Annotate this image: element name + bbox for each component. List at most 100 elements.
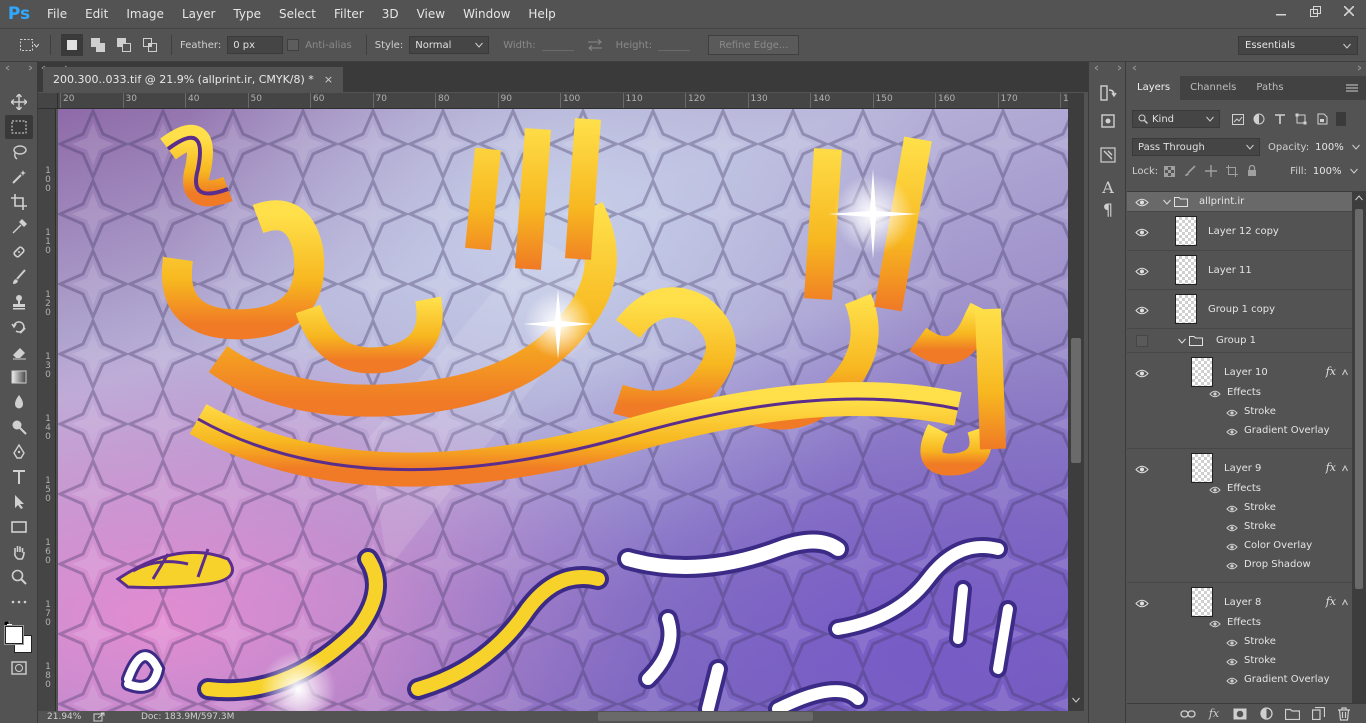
move-tool-icon[interactable] bbox=[5, 90, 33, 114]
character-style-icon[interactable] bbox=[1095, 144, 1121, 166]
color-swatches[interactable] bbox=[0, 615, 38, 655]
pen-tool-icon[interactable] bbox=[5, 440, 33, 464]
chevron-down-icon[interactable] bbox=[1351, 144, 1360, 150]
workspace-select[interactable]: Essentials bbox=[1238, 36, 1358, 55]
tab-layers[interactable]: Layers bbox=[1127, 76, 1181, 100]
width-input[interactable] bbox=[541, 49, 574, 51]
opacity-value[interactable]: 100% bbox=[1315, 142, 1344, 153]
minimize-icon[interactable] bbox=[1264, 0, 1298, 22]
lock-position-icon[interactable] bbox=[1205, 165, 1218, 177]
eye-icon[interactable] bbox=[1134, 196, 1150, 208]
antialias-checkbox[interactable] bbox=[287, 39, 300, 51]
effect-name[interactable]: Stroke bbox=[1244, 502, 1276, 513]
layer-row-layer-9[interactable]: Layer 9 fx Effects Stroke Stroke Color O… bbox=[1127, 449, 1352, 583]
eye-icon[interactable] bbox=[1134, 463, 1150, 475]
eye-icon[interactable] bbox=[1225, 542, 1239, 552]
path-selection-tool-icon[interactable] bbox=[5, 490, 33, 514]
tab-channels[interactable]: Channels bbox=[1180, 76, 1246, 100]
eye-icon[interactable] bbox=[1225, 504, 1239, 514]
menu-3d[interactable]: 3D bbox=[373, 0, 408, 28]
gradient-tool-icon[interactable] bbox=[5, 365, 33, 389]
visibility-toggle-off[interactable] bbox=[1136, 335, 1148, 347]
filter-shape-icon[interactable] bbox=[1295, 113, 1307, 125]
history-brush-tool-icon[interactable] bbox=[5, 315, 33, 339]
link-icon[interactable] bbox=[1180, 706, 1196, 722]
type-tool-icon[interactable] bbox=[5, 465, 33, 489]
menu-type[interactable]: Type bbox=[224, 0, 270, 28]
eye-icon[interactable] bbox=[1225, 427, 1239, 437]
menu-select[interactable]: Select bbox=[270, 0, 325, 28]
share-icon[interactable] bbox=[93, 712, 105, 722]
swap-icon[interactable] bbox=[584, 34, 606, 56]
scroll-down-icon[interactable] bbox=[1072, 697, 1080, 703]
history-panel-icon[interactable] bbox=[1095, 82, 1121, 104]
filter-type-icon[interactable] bbox=[1274, 113, 1286, 125]
eye-icon[interactable] bbox=[1225, 523, 1239, 533]
eye-icon[interactable] bbox=[1134, 597, 1150, 609]
trash-icon[interactable] bbox=[1336, 706, 1352, 722]
close-icon[interactable] bbox=[1332, 0, 1366, 22]
fx-icon[interactable]: fx bbox=[1206, 706, 1222, 722]
eye-icon[interactable] bbox=[1134, 265, 1150, 277]
healing-brush-tool-icon[interactable] bbox=[5, 240, 33, 264]
eye-icon[interactable] bbox=[1134, 367, 1150, 379]
lock-all-icon[interactable] bbox=[1247, 165, 1257, 177]
fx-icon[interactable]: fx bbox=[1326, 595, 1336, 608]
subtract-selection-icon[interactable] bbox=[113, 34, 135, 56]
effect-name[interactable]: Drop Shadow bbox=[1244, 559, 1311, 570]
effect-name[interactable]: Gradient Overlay bbox=[1244, 674, 1330, 685]
ruler-origin[interactable] bbox=[38, 93, 58, 109]
scroll-thumb[interactable] bbox=[1355, 209, 1363, 589]
menu-image[interactable]: Image bbox=[117, 0, 173, 28]
menu-view[interactable]: View bbox=[408, 0, 454, 28]
lasso-tool-icon[interactable] bbox=[5, 140, 33, 164]
intersect-selection-icon[interactable] bbox=[139, 34, 161, 56]
eraser-tool-icon[interactable] bbox=[5, 340, 33, 364]
height-input[interactable] bbox=[658, 49, 691, 51]
document-tab[interactable]: 200.300..033.tif @ 21.9% (allprint.ir, C… bbox=[43, 67, 344, 92]
rectangle-tool-icon[interactable] bbox=[5, 515, 33, 539]
eye-icon[interactable] bbox=[1225, 676, 1239, 686]
eyedropper-tool-icon[interactable] bbox=[5, 215, 33, 239]
zoom-tool-icon[interactable] bbox=[5, 565, 33, 589]
scroll-up-icon[interactable] bbox=[1355, 195, 1363, 201]
document-size[interactable]: Doc: 183.9M/597.3M bbox=[141, 712, 234, 722]
restore-icon[interactable] bbox=[1298, 0, 1332, 22]
menu-filter[interactable]: Filter bbox=[325, 0, 373, 28]
effect-name[interactable]: Stroke bbox=[1244, 636, 1276, 647]
fill-value[interactable]: 100% bbox=[1313, 166, 1342, 177]
panel-grip-icon[interactable] bbox=[1131, 65, 1363, 71]
fx-icon[interactable]: fx bbox=[1326, 461, 1336, 474]
menu-window[interactable]: Window bbox=[454, 0, 519, 28]
tab-close-icon[interactable]: × bbox=[324, 73, 333, 86]
layer-row-group-1[interactable]: Group 1 bbox=[1127, 329, 1352, 353]
document-canvas[interactable] bbox=[58, 109, 1068, 711]
tab-paths[interactable]: Paths bbox=[1246, 76, 1293, 100]
filter-pixel-icon[interactable] bbox=[1232, 113, 1244, 125]
horizontal-scroll-thumb[interactable] bbox=[598, 712, 813, 721]
panel-menu-icon[interactable] bbox=[1346, 83, 1358, 93]
mask-icon[interactable] bbox=[1232, 706, 1248, 722]
filter-smart-object-icon[interactable] bbox=[1316, 113, 1328, 125]
layers-scrollbar[interactable] bbox=[1352, 191, 1366, 703]
layer-row-group-allprint[interactable]: allprint.ir bbox=[1127, 192, 1352, 212]
layer-row-group-1-copy[interactable]: Group 1 copy bbox=[1127, 290, 1352, 329]
lock-artboard-icon[interactable] bbox=[1226, 165, 1239, 177]
canvas-vertical-scrollbar[interactable] bbox=[1068, 93, 1084, 711]
toolbar-grip[interactable] bbox=[0, 62, 37, 71]
dodge-tool-icon[interactable] bbox=[5, 415, 33, 439]
chevron-down-icon[interactable] bbox=[1178, 338, 1186, 344]
effect-name[interactable]: Stroke bbox=[1244, 655, 1276, 666]
eye-icon[interactable] bbox=[1225, 638, 1239, 648]
more-tools-icon[interactable] bbox=[5, 590, 33, 614]
eye-icon[interactable] bbox=[1225, 657, 1239, 667]
effect-name[interactable]: Gradient Overlay bbox=[1244, 425, 1330, 436]
feather-input[interactable]: 0 px bbox=[227, 36, 284, 54]
menu-file[interactable]: File bbox=[38, 0, 76, 28]
eye-icon[interactable] bbox=[1208, 619, 1222, 629]
eye-icon[interactable] bbox=[1134, 304, 1150, 316]
effect-name[interactable]: Stroke bbox=[1244, 521, 1276, 532]
photoshop-logo[interactable]: Ps bbox=[0, 0, 38, 28]
eye-icon[interactable] bbox=[1225, 561, 1239, 571]
vertical-ruler[interactable]: 1 0 0 1 1 0 1 2 0 1 3 0 1 4 0 1 5 0 1 6 0 1 7 0… bbox=[38, 109, 56, 711]
